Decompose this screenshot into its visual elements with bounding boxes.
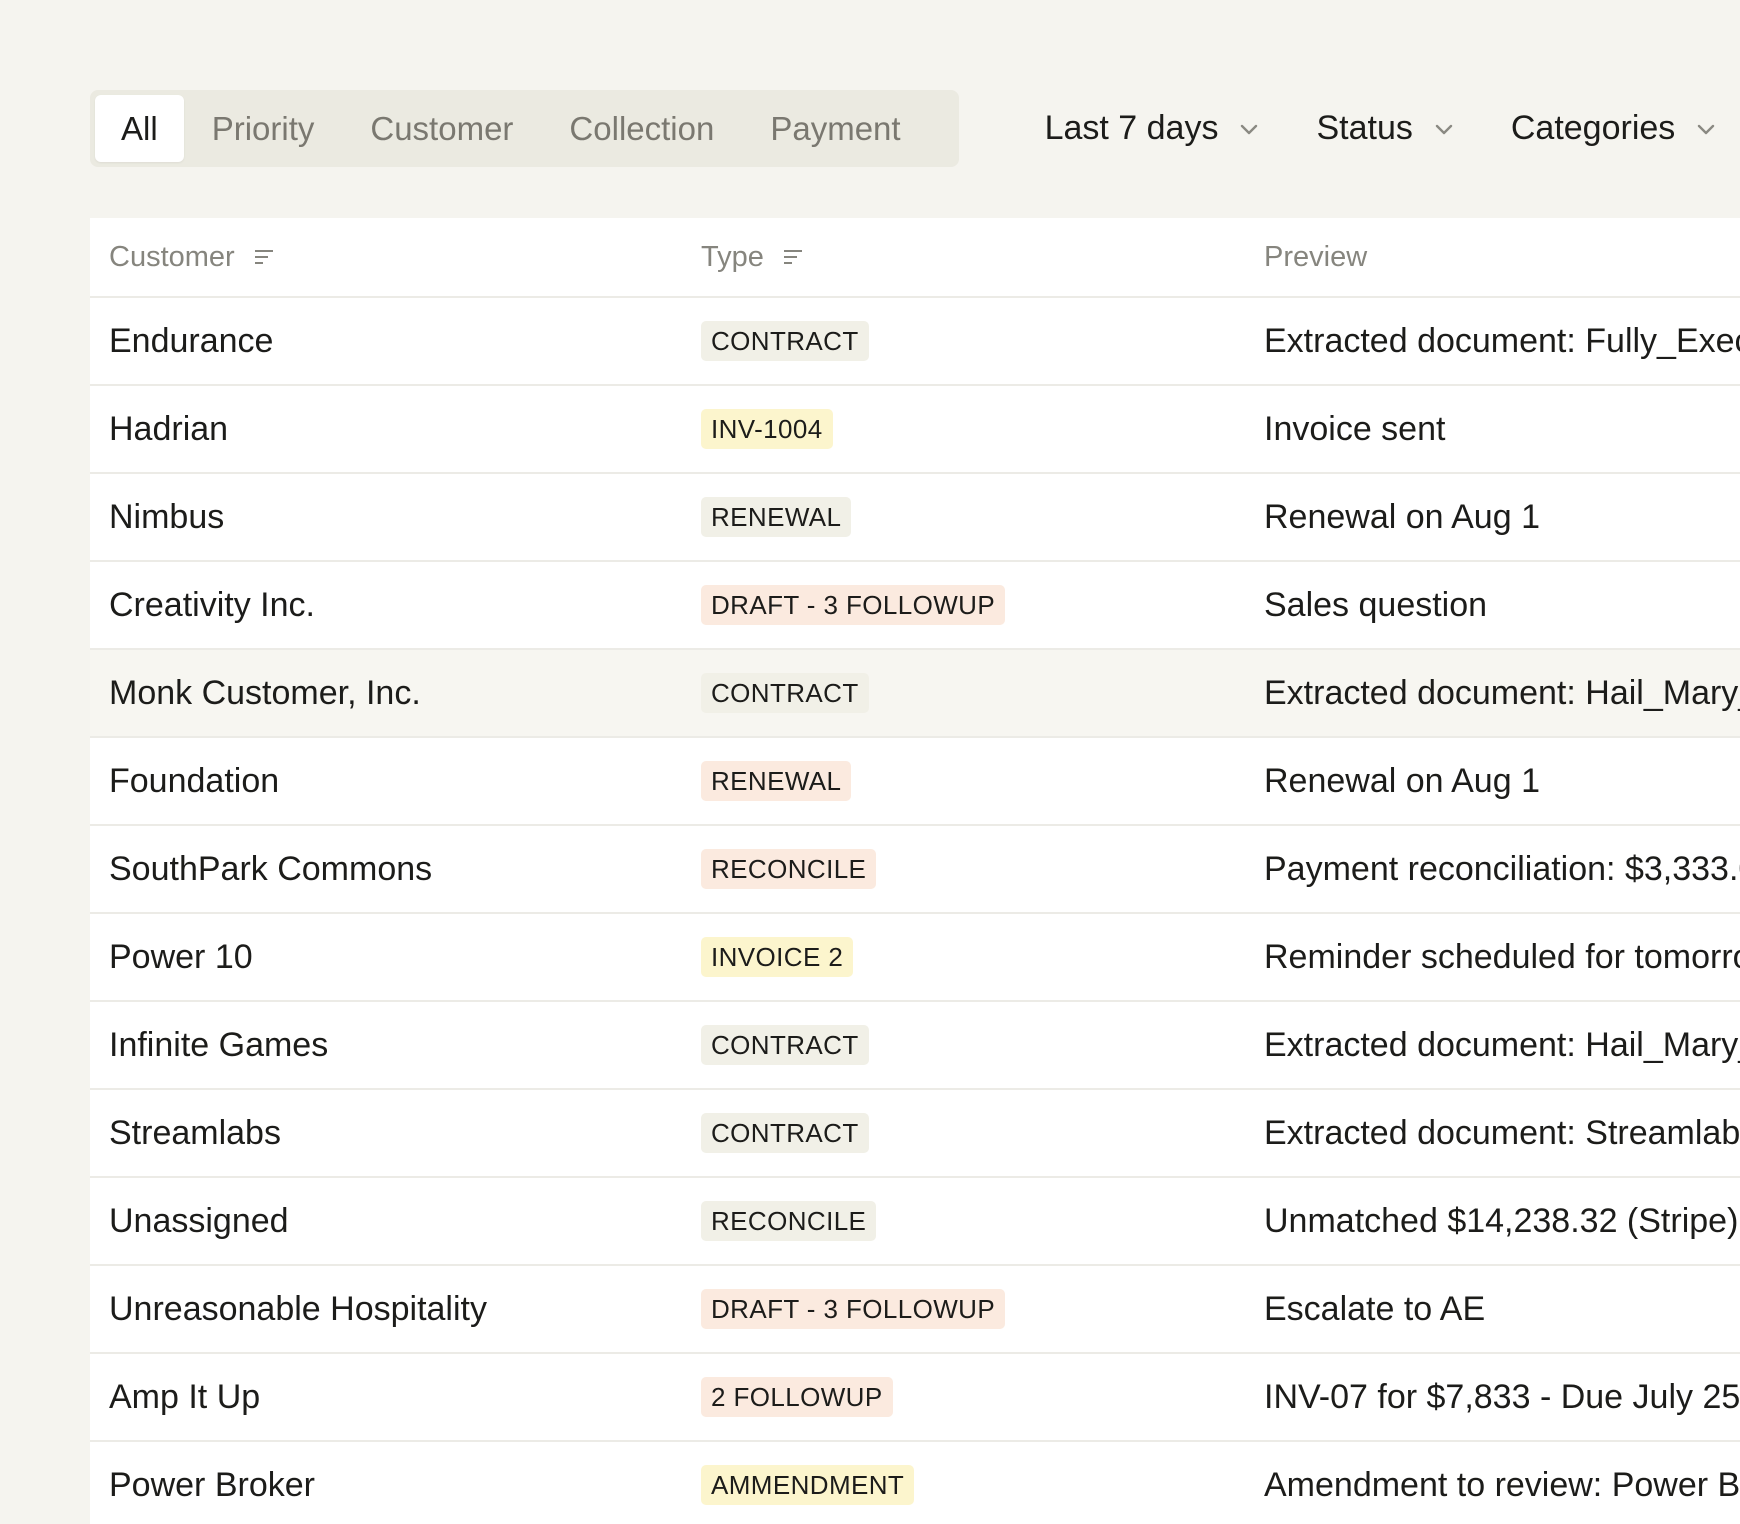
customer-cell: Unreasonable Hospitality <box>109 1290 487 1328</box>
type-badge: CONTRACT <box>701 1025 869 1065</box>
table-body: Endurance CONTRACT Extracted document: F… <box>90 298 1740 1524</box>
type-badge: DRAFT - 3 FOLLOWUP <box>701 585 1006 625</box>
customer-cell: Creativity Inc. <box>109 586 315 624</box>
preview-cell: Extracted document: Fully_Executed_Contr… <box>1264 322 1740 360</box>
customer-cell: Streamlabs <box>109 1114 281 1152</box>
type-badge: RECONCILE <box>701 849 877 889</box>
date-range-dropdown[interactable]: Last 7 days <box>1045 109 1261 148</box>
table-row[interactable]: Nimbus RENEWAL Renewal on Aug 1 <box>90 474 1740 562</box>
table-row[interactable]: Creativity Inc. DRAFT - 3 FOLLOWUP Sales… <box>90 562 1740 650</box>
customer-cell: Endurance <box>109 322 274 360</box>
tab-all[interactable]: All <box>95 95 184 162</box>
tab-customer[interactable]: Customer <box>342 95 541 162</box>
column-header-customer[interactable]: Customer <box>109 218 275 296</box>
table-row[interactable]: Power 10 INVOICE 2 Reminder scheduled fo… <box>90 914 1740 1002</box>
column-header-label: Type <box>701 241 764 273</box>
customer-cell: SouthPark Commons <box>109 850 433 888</box>
type-badge: 2 FOLLOWUP <box>701 1377 893 1417</box>
view-tabs: All Priority Customer Collection Payment <box>90 90 959 167</box>
type-badge: INVOICE 2 <box>701 937 854 977</box>
type-badge: RECONCILE <box>701 1201 877 1241</box>
preview-cell: Sales question <box>1264 586 1488 624</box>
table-row[interactable]: Endurance CONTRACT Extracted document: F… <box>90 298 1740 386</box>
preview-cell: Extracted document: Streamlabs_Contract.… <box>1264 1114 1740 1152</box>
tab-priority[interactable]: Priority <box>184 95 343 162</box>
chevron-down-icon <box>1698 124 1715 134</box>
type-badge: CONTRACT <box>701 321 869 361</box>
table-row[interactable]: Monk Customer, Inc. CONTRACT Extracted d… <box>90 650 1740 738</box>
sort-icon[interactable] <box>253 248 275 266</box>
table-header: Customer Type Preview <box>90 218 1740 298</box>
table-row[interactable]: Unreasonable Hospitality DRAFT - 3 FOLLO… <box>90 1266 1740 1354</box>
tab-payment[interactable]: Payment <box>742 95 928 162</box>
table-row[interactable]: SouthPark Commons RECONCILE Payment reco… <box>90 826 1740 914</box>
customer-cell: Infinite Games <box>109 1026 329 1064</box>
type-badge: RENEWAL <box>701 497 852 537</box>
date-range-label: Last 7 days <box>1044 109 1219 147</box>
column-header-label: Preview <box>1264 241 1368 273</box>
customer-cell: Monk Customer, Inc. <box>109 674 421 712</box>
tab-collection[interactable]: Collection <box>541 95 742 162</box>
table-row[interactable]: Unassigned RECONCILE Unmatched $14,238.3… <box>90 1178 1740 1266</box>
column-header-preview: Preview <box>1264 218 1367 296</box>
status-label: Status <box>1316 109 1413 147</box>
table-row[interactable]: Foundation RENEWAL Renewal on Aug 1 <box>90 738 1740 826</box>
customer-cell: Power Broker <box>109 1466 315 1504</box>
customer-cell: Power 10 <box>109 938 253 976</box>
type-badge: CONTRACT <box>701 1113 869 1153</box>
preview-cell: Renewal on Aug 1 <box>1264 762 1540 800</box>
filter-toolbar: All Priority Customer Collection Payment… <box>90 90 1740 167</box>
table-row[interactable]: Amp It Up 2 FOLLOWUP INV-07 for $7,833 -… <box>90 1354 1740 1442</box>
preview-cell: Reminder scheduled for tomorrow <box>1264 938 1740 976</box>
column-header-type[interactable]: Type <box>701 218 804 296</box>
preview-cell: Amendment to review: Power Broker <box>1264 1466 1740 1504</box>
table-row[interactable]: Hadrian INV-1004 Invoice sent <box>90 386 1740 474</box>
table-row[interactable]: Power Broker AMMENDMENT Amendment to rev… <box>90 1442 1740 1524</box>
type-badge: DRAFT - 3 FOLLOWUP <box>701 1289 1006 1329</box>
customer-cell: Unassigned <box>109 1202 289 1240</box>
chevron-down-icon <box>1435 124 1453 134</box>
preview-cell: Extracted document: Hail_Mary_Contract.p… <box>1264 674 1740 712</box>
table-row[interactable]: Streamlabs CONTRACT Extracted document: … <box>90 1090 1740 1178</box>
sort-icon[interactable] <box>782 248 804 266</box>
customer-cell: Amp It Up <box>109 1378 261 1416</box>
type-badge: CONTRACT <box>701 673 869 713</box>
preview-cell: Renewal on Aug 1 <box>1264 498 1540 536</box>
customer-cell: Foundation <box>109 762 280 800</box>
column-header-label: Customer <box>109 241 235 273</box>
status-dropdown[interactable]: Status <box>1316 109 1454 148</box>
preview-cell: INV-07 for $7,833 - Due July 25 <box>1264 1378 1740 1416</box>
inbox-table: Customer Type Preview Endurance CONTRACT… <box>90 218 1740 1524</box>
categories-label: Categories <box>1510 109 1676 147</box>
type-badge: AMMENDMENT <box>701 1465 915 1505</box>
preview-cell: Escalate to AE <box>1264 1290 1486 1328</box>
preview-cell: Payment reconciliation: $3,333.00 <box>1264 850 1740 888</box>
customer-cell: Hadrian <box>109 410 229 448</box>
table-row[interactable]: Infinite Games CONTRACT Extracted docume… <box>90 1002 1740 1090</box>
type-badge: RENEWAL <box>701 761 852 801</box>
categories-dropdown[interactable]: Categories <box>1511 109 1717 148</box>
preview-cell: Extracted document: Hail_Mary_Contract.p… <box>1264 1026 1740 1064</box>
preview-cell: Unmatched $14,238.32 (Stripe) <box>1264 1202 1739 1240</box>
customer-cell: Nimbus <box>109 498 225 536</box>
chevron-down-icon <box>1241 124 1258 134</box>
preview-cell: Invoice sent <box>1264 410 1446 448</box>
type-badge: INV-1004 <box>701 409 833 449</box>
